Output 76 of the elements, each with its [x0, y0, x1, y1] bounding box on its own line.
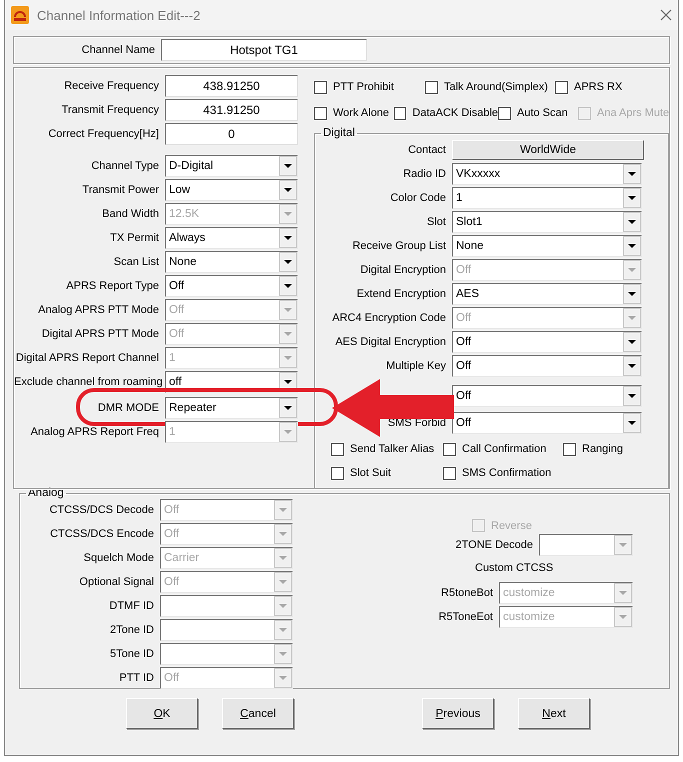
field-label: Extend Encryption	[356, 288, 446, 300]
window-title: Channel Information Edit---2	[37, 8, 202, 22]
field-label: Squelch Mode	[82, 552, 154, 564]
dropdown[interactable]: D-Digital	[165, 155, 298, 177]
dropdown[interactable]: AES	[452, 283, 642, 305]
field-label: Channel Type	[90, 160, 159, 172]
dialog-button[interactable]: OK	[126, 698, 198, 729]
checkbox-label: SMS Confirmation	[462, 467, 552, 479]
dropdown[interactable]: Repeater	[165, 397, 298, 419]
field-label: Transmit Power	[81, 184, 159, 196]
checkbox-label: Ana Aprs Mute	[597, 107, 670, 119]
input-field[interactable]: Hotspot TG1	[161, 39, 367, 61]
field-label: Radio ID	[402, 168, 446, 180]
field-label: CTCSS/DCS Encode	[49, 528, 154, 540]
field-label: Receive Group List	[351, 240, 446, 252]
checkbox-label: Call Confirmation	[462, 443, 546, 455]
dropdown[interactable]: Off	[165, 275, 298, 297]
section-label: Custom CTCSS	[474, 562, 554, 576]
dropdown[interactable]: Low	[165, 179, 298, 201]
checkbox-label: Work Alone	[333, 107, 390, 119]
field-label: TX Permit	[109, 232, 159, 244]
dropdown[interactable]: Off	[452, 331, 642, 353]
field-label: Digital APRS PTT Mode	[40, 328, 159, 340]
checkbox-label: PTT Prohibit	[333, 81, 394, 93]
field-label: Receive Frequency	[63, 80, 159, 92]
dropdown[interactable]: 1	[452, 187, 642, 209]
checkbox-label: Send Talker Alias	[350, 443, 434, 455]
field-label: Digital Encryption	[359, 264, 446, 276]
checkbox-label: APRS RX	[574, 81, 622, 93]
dialog-button[interactable]: Cancel	[222, 698, 294, 729]
contact-button[interactable]: WorldWide	[452, 140, 644, 160]
field-label: Multiple Key	[385, 360, 446, 372]
dialog-button[interactable]: Previous	[422, 698, 494, 729]
dropdown[interactable]: Slot1	[452, 211, 642, 233]
field-label: Transmit Frequency	[60, 104, 159, 116]
field-label: Slot	[426, 216, 446, 228]
checkbox-label: DataACK Disable	[412, 107, 498, 119]
field-label: Color Code	[389, 192, 446, 204]
dropdown[interactable]: Always	[165, 227, 298, 249]
field-label: 2TONE Decode	[454, 539, 533, 551]
checkbox-label: Talk Around(Simplex)	[444, 81, 548, 93]
field-label: Correct Frequency[Hz]	[47, 128, 159, 140]
field-label: APRS Report Type	[65, 280, 159, 292]
field-label: Analog APRS Report Freq	[30, 426, 159, 438]
field-label: Digital APRS Report Channel	[14, 352, 159, 364]
field-label: Scan List	[112, 256, 159, 268]
field-label: 2Tone ID	[108, 624, 154, 636]
group-title: Digital	[322, 127, 356, 139]
checkbox-label: Slot Suit	[350, 467, 391, 479]
dropdown[interactable]: None	[452, 235, 642, 257]
field-label: Optional Signal	[78, 576, 154, 588]
dialog-button[interactable]: Next	[518, 698, 590, 729]
dropdown[interactable]: VKxxxxx	[452, 163, 642, 185]
field-label: Band Width	[101, 208, 159, 220]
input-field[interactable]: 438.91250	[165, 75, 298, 97]
field-label: Channel Name	[80, 44, 155, 56]
field-label: PTT ID	[118, 672, 154, 684]
dropdown[interactable]: Off	[452, 355, 642, 377]
field-label: Contact	[407, 144, 446, 156]
field-label: 5Tone ID	[108, 648, 154, 660]
field-label: R5toneBot	[440, 587, 493, 599]
field-label: ARC4 Encryption Code	[331, 312, 446, 324]
field-label: DMR MODE	[96, 402, 159, 414]
checkbox-label: Ranging	[582, 443, 623, 455]
field-label: DTMF ID	[108, 600, 154, 612]
field-label: CTCSS/DCS Decode	[48, 504, 154, 516]
field-label: R5ToneEot	[438, 611, 493, 623]
field-label: AES Digital Encryption	[334, 336, 446, 348]
checkbox-label: Reverse	[491, 520, 532, 532]
input-field[interactable]: 431.91250	[165, 99, 298, 121]
dropdown[interactable]: None	[165, 251, 298, 273]
input-field[interactable]: 0	[165, 123, 298, 145]
dropdown[interactable]: Off	[452, 412, 642, 434]
dropdown[interactable]: Off	[452, 385, 642, 407]
field-label: Analog APRS PTT Mode	[37, 304, 159, 316]
checkbox-label: Auto Scan	[517, 107, 568, 119]
